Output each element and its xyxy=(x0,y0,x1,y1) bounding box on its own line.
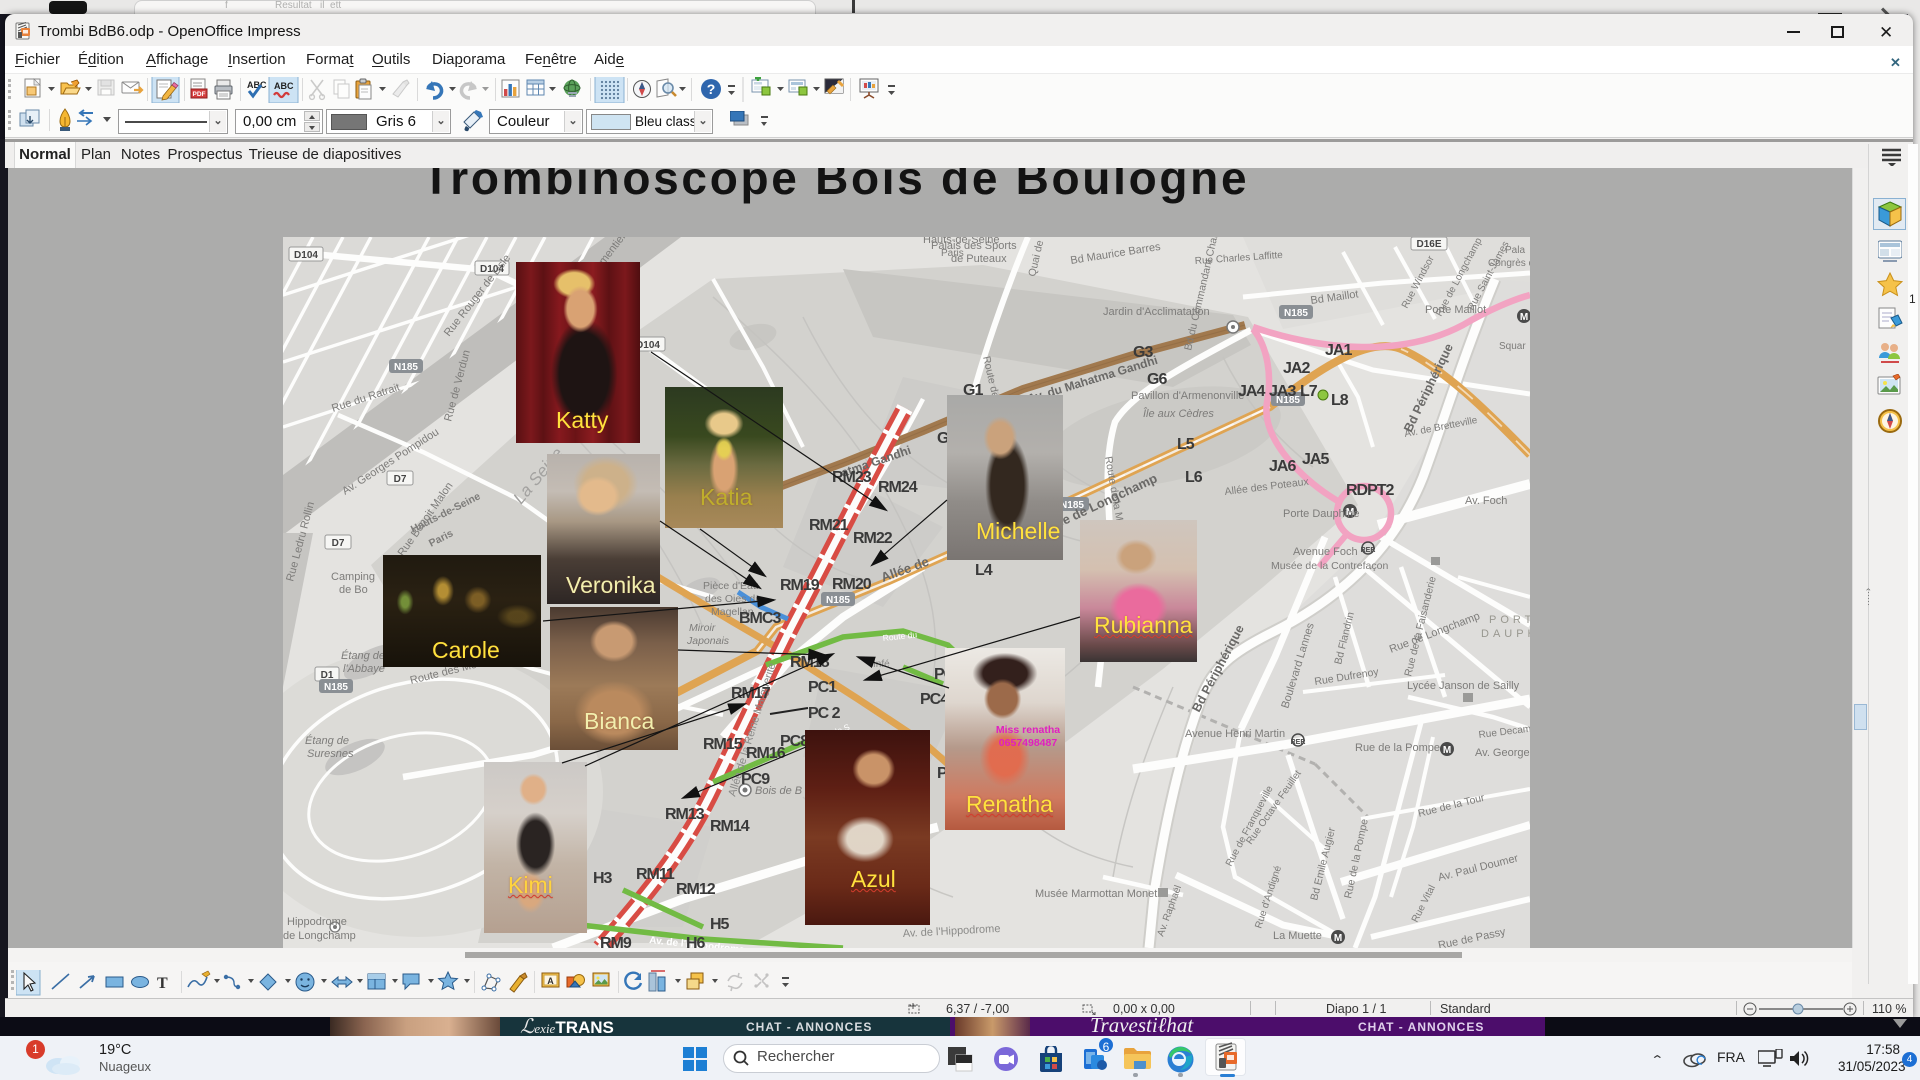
svg-text:?: ? xyxy=(707,81,716,97)
svg-text:ABC: ABC xyxy=(274,81,294,91)
svg-text:PDF: PDF xyxy=(193,91,206,98)
svg-text:T: T xyxy=(157,975,168,992)
svg-text:A: A xyxy=(547,976,554,986)
